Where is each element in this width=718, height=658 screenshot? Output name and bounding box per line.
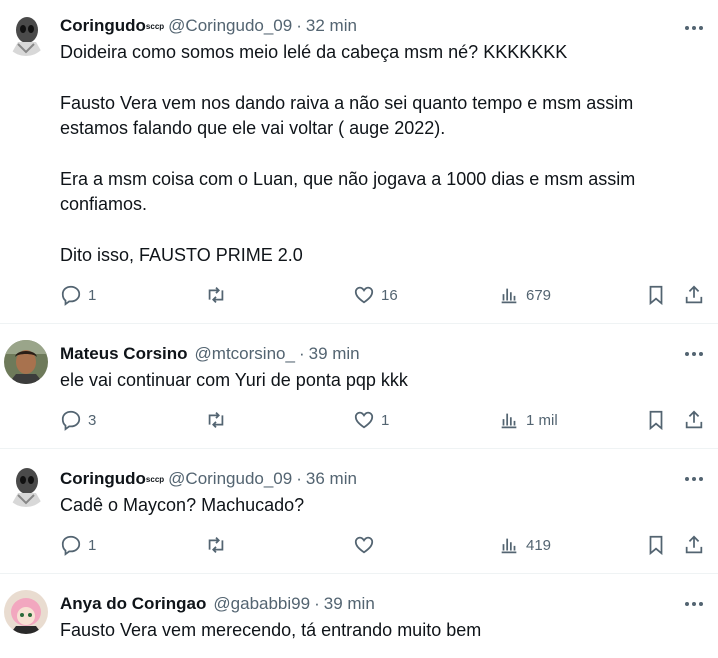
heart-icon — [354, 411, 374, 429]
bookmark-icon — [649, 285, 663, 306]
tweet-header: Coringudo sccp @Coringudo_09 · 32 min — [60, 14, 706, 38]
timestamp[interactable]: 39 min — [324, 594, 375, 614]
like-button[interactable] — [353, 534, 375, 556]
more-icon[interactable] — [682, 594, 706, 614]
tweet-text: ele vai continuar com Yuri de ponta pqp … — [60, 368, 706, 393]
avatar[interactable] — [4, 590, 48, 634]
bookmark-button[interactable] — [645, 409, 667, 431]
action-bar: 1 16 679 — [0, 284, 718, 308]
reply-button[interactable]: 3 — [60, 409, 96, 431]
tweet-line: ele vai continuar com Yuri de ponta pqp … — [60, 370, 408, 390]
like-count: 1 — [381, 411, 390, 429]
heart-icon — [354, 286, 374, 304]
retweet-button[interactable] — [205, 409, 227, 431]
like-button[interactable]: 1 — [353, 409, 389, 431]
heart-icon — [354, 536, 374, 554]
affiliation-badge: sccp — [145, 21, 165, 31]
bookmark-icon — [649, 410, 663, 431]
bookmark-button[interactable] — [645, 284, 667, 306]
tweet[interactable]: Coringudo sccp @Coringudo_09 · 32 min Do… — [0, 0, 718, 324]
tweet-text: Doideira como somos meio lelé da cabeça … — [60, 40, 706, 268]
more-icon[interactable] — [682, 469, 706, 489]
more-icon[interactable] — [682, 344, 706, 364]
separator: · — [298, 344, 305, 363]
avatar[interactable] — [4, 463, 48, 507]
tweet-line: confiamos. — [60, 194, 148, 214]
avatar[interactable] — [4, 12, 48, 56]
display-name[interactable]: Anya do Coringao — [60, 594, 206, 614]
reply-button[interactable]: 1 — [60, 534, 96, 556]
reply-button[interactable]: 1 — [60, 284, 96, 306]
tweet[interactable]: Coringudo sccp @Coringudo_09 · 36 min Ca… — [0, 449, 718, 574]
handle[interactable]: @gababbi99 — [213, 594, 310, 614]
tweet-line: Fausto Vera vem nos dando raiva a não se… — [60, 93, 634, 113]
share-icon — [685, 410, 703, 429]
affiliation-badge: sccp — [145, 474, 165, 484]
timestamp[interactable]: 39 min — [309, 344, 360, 364]
reply-icon — [61, 410, 81, 431]
share-button[interactable] — [683, 409, 705, 431]
view-count: 679 — [526, 286, 552, 304]
views-icon — [501, 288, 517, 304]
bookmark-icon — [649, 535, 663, 556]
view-count: 1 mil — [526, 411, 558, 429]
tweet-line: Dito isso, FAUSTO PRIME 2.0 — [60, 245, 303, 265]
separator: · — [296, 16, 302, 35]
separator: · — [314, 594, 320, 613]
timestamp[interactable]: 36 min — [306, 469, 357, 489]
views-button[interactable]: 419 — [498, 534, 551, 556]
handle[interactable]: @Coringudo_09 — [168, 16, 292, 36]
views-icon — [501, 413, 517, 429]
display-name[interactable]: Coringudo — [60, 469, 146, 489]
reply-icon — [61, 285, 81, 306]
share-icon — [685, 535, 703, 554]
views-button[interactable]: 1 mil — [498, 409, 558, 431]
reply-icon — [61, 535, 81, 556]
like-button[interactable]: 16 — [353, 284, 398, 306]
reply-count: 1 — [88, 286, 97, 304]
like-count: 16 — [381, 286, 398, 304]
more-icon[interactable] — [682, 18, 706, 38]
timestamp[interactable]: 32 min — [306, 16, 357, 36]
action-bar: 1 419 — [0, 534, 718, 558]
display-name[interactable]: Coringudo — [60, 16, 146, 36]
tweet-text: Fausto Vera vem merecendo, tá entrando m… — [60, 618, 706, 643]
tweet[interactable]: Anya do Coringao @gababbi99 · 39 min Fau… — [0, 574, 718, 658]
bookmark-button[interactable] — [645, 534, 667, 556]
handle[interactable]: @Coringudo_09 — [168, 469, 292, 489]
avatar[interactable] — [4, 340, 48, 384]
tweet-text: Cadê o Maycon? Machucado? — [60, 493, 706, 518]
view-count: 419 — [526, 536, 552, 554]
tweet-line: Doideira como somos meio lelé da cabeça … — [60, 42, 568, 62]
tweet-header: Coringudo sccp @Coringudo_09 · 36 min — [60, 467, 706, 491]
retweet-icon — [208, 537, 224, 553]
tweet-header: Mateus Corsino @mtcorsino_ · 39 min — [60, 342, 706, 366]
tweet[interactable]: Mateus Corsino @mtcorsino_ · 39 min ele … — [0, 324, 718, 449]
reply-count: 1 — [88, 536, 97, 554]
tweet-line: Fausto Vera vem merecendo, tá entrando m… — [60, 620, 482, 640]
share-button[interactable] — [683, 534, 705, 556]
display-name[interactable]: Mateus Corsino — [60, 344, 188, 364]
handle[interactable]: @mtcorsino_ — [195, 344, 295, 364]
views-button[interactable]: 679 — [498, 284, 551, 306]
retweet-button[interactable] — [205, 534, 227, 556]
retweet-icon — [208, 287, 224, 303]
retweet-icon — [208, 412, 224, 428]
action-bar: 3 1 1 mil — [0, 409, 718, 433]
tweet-line: Cadê o Maycon? Machucado? — [60, 495, 305, 515]
separator: · — [296, 469, 302, 488]
retweet-button[interactable] — [205, 284, 227, 306]
tweet-line: estamos falando que ele vai voltar ( aug… — [60, 118, 446, 138]
tweet-line: Era a msm coisa com o Luan, que não joga… — [60, 169, 636, 189]
tweet-header: Anya do Coringao @gababbi99 · 39 min — [60, 592, 706, 616]
views-icon — [501, 538, 517, 554]
share-button[interactable] — [683, 284, 705, 306]
reply-count: 3 — [88, 411, 97, 429]
share-icon — [685, 285, 703, 304]
